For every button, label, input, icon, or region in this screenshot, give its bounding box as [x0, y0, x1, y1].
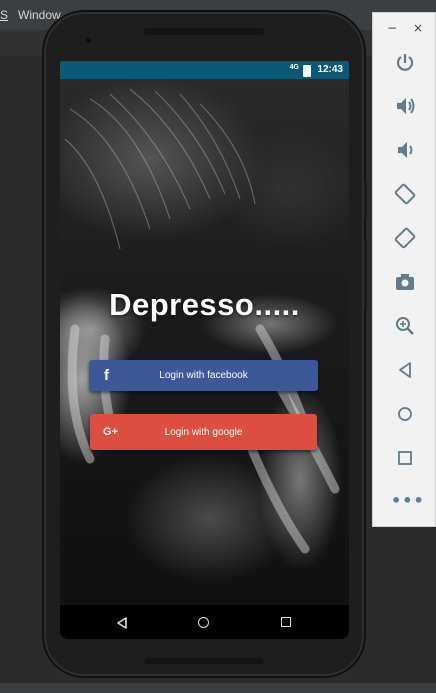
- menu-item-s[interactable]: S: [0, 8, 8, 22]
- menu-window[interactable]: Window: [18, 8, 61, 22]
- login-facebook-button[interactable]: f Login with facebook: [89, 360, 318, 391]
- more-icon[interactable]: •••: [391, 491, 424, 510]
- camera-icon[interactable]: [393, 270, 417, 294]
- phone-screen: 4G 12:43 Depresso..... f Login with face…: [60, 61, 349, 639]
- signal-indicator: 4G: [289, 64, 299, 71]
- close-button[interactable]: ×: [413, 21, 423, 35]
- overview-icon[interactable]: [393, 446, 417, 470]
- volume-side-button: [364, 240, 367, 310]
- bottom-speaker: [144, 658, 264, 664]
- front-camera: [84, 36, 93, 45]
- recents-icon[interactable]: [281, 617, 291, 627]
- rotate-left-icon[interactable]: [393, 182, 417, 206]
- minimize-button[interactable]: −: [387, 21, 397, 35]
- back-icon[interactable]: [393, 358, 417, 382]
- emulator-window-controls: − ×: [373, 19, 436, 39]
- status-time: 12:43: [317, 64, 343, 75]
- login-facebook-label: Login with facebook: [159, 370, 248, 381]
- status-bar: 4G 12:43: [60, 61, 349, 79]
- rotate-right-icon[interactable]: [393, 226, 417, 250]
- android-navbar: [60, 605, 349, 639]
- power-icon[interactable]: [393, 51, 417, 75]
- zoom-icon[interactable]: [393, 314, 417, 338]
- photo-texture: [64, 88, 340, 554]
- volume-up-icon[interactable]: [393, 94, 417, 118]
- emulator-toolbar: − × •••: [372, 12, 436, 527]
- back-icon[interactable]: [116, 617, 128, 629]
- top-speaker: [144, 28, 264, 35]
- power-side-button: [364, 180, 367, 220]
- home-icon[interactable]: [198, 617, 209, 628]
- volume-down-icon[interactable]: [393, 138, 417, 162]
- login-google-label: Login with google: [164, 427, 243, 438]
- battery-icon: [303, 65, 311, 77]
- app-title: Depresso.....: [109, 287, 300, 322]
- login-google-button[interactable]: G+ Login with google: [90, 414, 317, 450]
- ide-statusbar: [0, 683, 436, 693]
- home-icon[interactable]: [393, 402, 417, 426]
- background-photo: [60, 79, 349, 605]
